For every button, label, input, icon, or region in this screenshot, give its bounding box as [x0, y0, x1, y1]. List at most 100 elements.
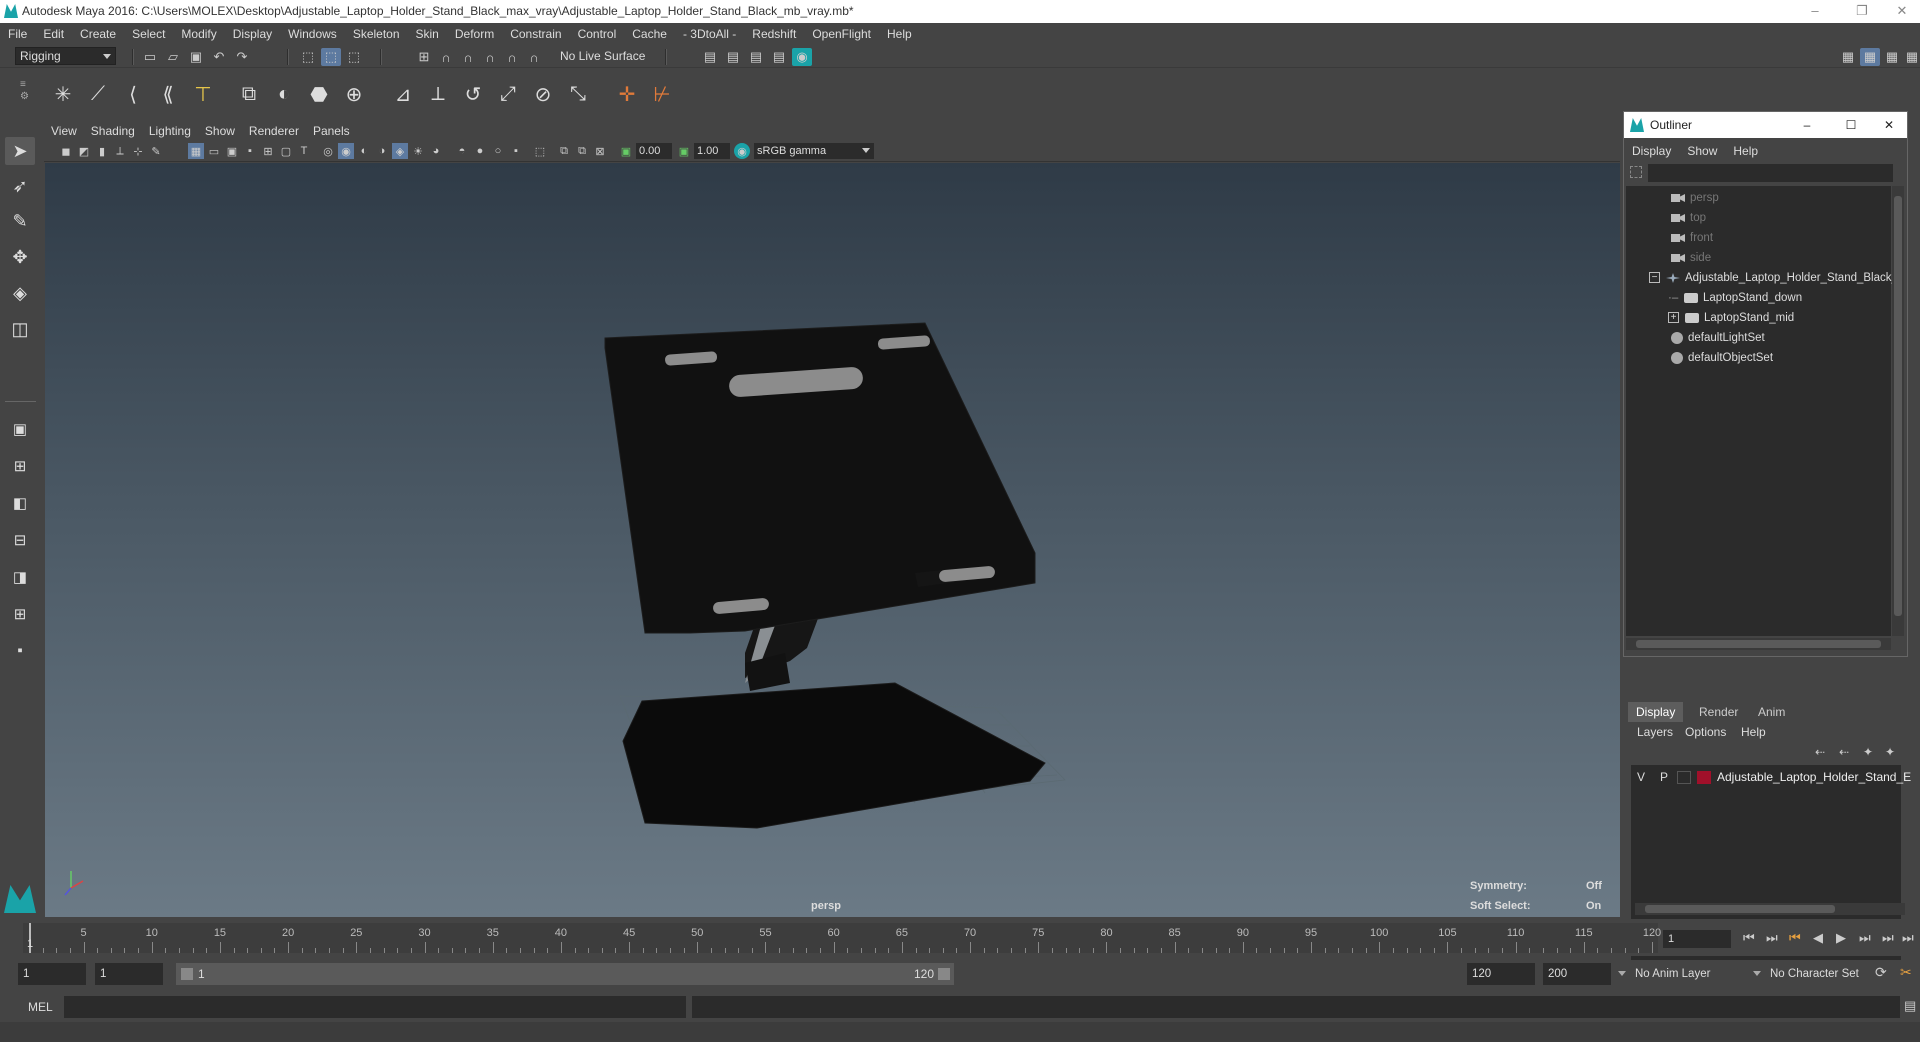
- ambient-occlusion-icon[interactable]: ◕: [428, 143, 444, 159]
- channel-box-icon[interactable]: ▦: [1902, 48, 1920, 66]
- textured-icon[interactable]: ◑: [374, 143, 390, 159]
- outliner-vscrollbar[interactable]: [1892, 186, 1904, 636]
- gate-mask-icon[interactable]: ▪: [242, 143, 258, 159]
- collapse-icon[interactable]: −: [1649, 272, 1660, 284]
- custom-layout-icon[interactable]: ⊞: [5, 600, 35, 628]
- menu-select[interactable]: Select: [124, 23, 173, 45]
- layer-visibility-toggle[interactable]: V: [1637, 770, 1645, 784]
- save-scene-icon[interactable]: ▣: [186, 48, 206, 66]
- current-frame-field[interactable]: 1: [1663, 930, 1731, 948]
- ol-menu-help[interactable]: Help: [1725, 142, 1766, 160]
- menu-help[interactable]: Help: [879, 23, 920, 45]
- layers-menu[interactable]: Layers: [1637, 725, 1673, 739]
- play-backwards-icon[interactable]: ◀: [1813, 930, 1823, 946]
- isolate-select-icon[interactable]: ▪: [508, 143, 524, 159]
- gamma-icon[interactable]: ▣: [676, 143, 692, 159]
- vp-menu-view[interactable]: View: [44, 122, 84, 140]
- shade-wireframe-icon[interactable]: ◐: [356, 143, 372, 159]
- go-to-end-icon[interactable]: ⏭: [1902, 930, 1914, 946]
- auto-key-icon[interactable]: ⟳: [1875, 964, 1887, 981]
- persp-graph-icon[interactable]: ⊟: [5, 526, 35, 554]
- live-surface-label[interactable]: No Live Surface: [560, 49, 645, 63]
- time-slider[interactable]: 5 10 15 20 25 30 35 40 45 50 55 60 65 70 75 80 85 90 95 100…: [0, 919, 1920, 956]
- scene-start-field[interactable]: 1: [18, 963, 86, 985]
- command-input[interactable]: [64, 996, 686, 1018]
- rotate-tool-icon[interactable]: ◈: [5, 279, 35, 307]
- undo-icon[interactable]: ↶: [209, 48, 229, 66]
- tab-display[interactable]: Display: [1628, 702, 1684, 722]
- layout-menu-icon[interactable]: ▪: [5, 636, 35, 664]
- menu-skin[interactable]: Skin: [408, 23, 447, 45]
- move-layer-up-icon[interactable]: ⇠: [1815, 745, 1825, 759]
- rigid-bind-icon[interactable]: ◐: [269, 79, 299, 109]
- select-tool-icon[interactable]: ➤: [5, 137, 35, 165]
- safe-action-icon[interactable]: ▢: [278, 143, 294, 159]
- layer-color-swatch[interactable]: [1697, 771, 1711, 784]
- snap-surface-icon[interactable]: ∩: [502, 48, 522, 66]
- paint-select-icon[interactable]: ✎: [5, 207, 35, 235]
- tab-anim[interactable]: Anim: [1750, 702, 1793, 722]
- minimize-button[interactable]: –: [1793, 0, 1837, 23]
- character-set-dropdown[interactable]: No Character Set: [1753, 963, 1885, 985]
- scale-constraint-icon[interactable]: ⤢: [493, 79, 523, 109]
- field-chart-icon[interactable]: ⊞: [260, 143, 276, 159]
- smooth-shade-icon[interactable]: ◉: [338, 143, 354, 159]
- joint-tool-icon[interactable]: ✳: [48, 79, 78, 109]
- grease-pencil-icon[interactable]: ✎: [148, 143, 164, 159]
- close-button[interactable]: ✕: [1880, 0, 1920, 23]
- menu-skeleton[interactable]: Skeleton: [345, 23, 408, 45]
- camera-attributes-icon[interactable]: ◩: [76, 143, 92, 159]
- go-to-start-icon[interactable]: ⏮: [1743, 930, 1755, 946]
- script-editor-icon[interactable]: ▤: [1904, 998, 1916, 1014]
- render-view-icon[interactable]: ▤: [723, 48, 743, 66]
- cluster-icon[interactable]: ✛: [612, 79, 642, 109]
- ol-menu-show[interactable]: Show: [1679, 142, 1725, 160]
- hypershade-persp-icon[interactable]: ◨: [5, 563, 35, 591]
- outliner-item[interactable]: top: [1671, 208, 1706, 228]
- ol-menu-display[interactable]: Display: [1624, 142, 1679, 160]
- select-object-icon[interactable]: ⬚: [321, 48, 341, 66]
- close-button[interactable]: ✕: [1874, 112, 1904, 138]
- shadows-icon[interactable]: ☀: [410, 143, 426, 159]
- range-end-handle[interactable]: [938, 968, 950, 980]
- outliner-search-input[interactable]: [1648, 164, 1893, 182]
- menu-create[interactable]: Create: [72, 23, 124, 45]
- outliner-item[interactable]: + LaptopStand_mid: [1668, 308, 1794, 328]
- menu-openflight[interactable]: OpenFlight: [804, 23, 879, 45]
- select-hierarchy-icon[interactable]: ⬚: [298, 48, 318, 66]
- frame-all-icon[interactable]: ⊠: [592, 143, 608, 159]
- aim-constraint-icon[interactable]: ⟂: [423, 79, 453, 109]
- script-language-label[interactable]: MEL: [28, 1000, 53, 1014]
- step-forward-frame-icon[interactable]: ⏭: [1859, 930, 1871, 946]
- outliner-item[interactable]: defaultObjectSet: [1671, 348, 1773, 368]
- open-scene-icon[interactable]: ▱: [163, 48, 183, 66]
- new-scene-icon[interactable]: ▭: [140, 48, 160, 66]
- ipr-render-icon[interactable]: ▤: [746, 48, 766, 66]
- new-layer-selected-icon[interactable]: ✦: [1885, 745, 1895, 759]
- parent-constraint-icon[interactable]: ⊘: [528, 79, 558, 109]
- snap-point-icon[interactable]: ∩: [458, 48, 478, 66]
- xray-icon[interactable]: ◓: [454, 143, 470, 159]
- move-tool-icon[interactable]: ✥: [5, 243, 35, 271]
- four-view-icon[interactable]: ⊞: [5, 452, 35, 480]
- step-back-frame-icon[interactable]: ⏮: [1789, 930, 1801, 946]
- pole-vector-icon[interactable]: ⤡: [563, 79, 593, 109]
- anim-layer-dropdown[interactable]: No Anim Layer: [1618, 963, 1745, 985]
- step-forward-key-icon[interactable]: ⏭: [1882, 930, 1894, 946]
- attribute-editor-icon[interactable]: ▦: [1860, 48, 1880, 66]
- color-management-icon[interactable]: ◉: [734, 143, 750, 159]
- menu-edit[interactable]: Edit: [35, 23, 72, 45]
- lattice-icon[interactable]: ⊕: [339, 79, 369, 109]
- menu-deform[interactable]: Deform: [447, 23, 502, 45]
- gamma-field[interactable]: 1.00: [694, 143, 730, 159]
- menu-display[interactable]: Display: [225, 23, 280, 45]
- outliner-item[interactable]: front: [1671, 228, 1713, 248]
- vp-menu-show[interactable]: Show: [198, 122, 242, 140]
- render-frame-icon[interactable]: ▤: [700, 48, 720, 66]
- shelf-menu-icon[interactable]: ≡ ⚙: [20, 79, 29, 109]
- maximize-button[interactable]: ☐: [1836, 112, 1866, 138]
- redo-icon[interactable]: ↷: [232, 48, 252, 66]
- outliner-titlebar[interactable]: Outliner – ☐ ✕: [1624, 112, 1907, 138]
- play-forwards-icon[interactable]: ▶: [1836, 930, 1846, 946]
- image-plane-icon[interactable]: ⟂: [112, 143, 128, 159]
